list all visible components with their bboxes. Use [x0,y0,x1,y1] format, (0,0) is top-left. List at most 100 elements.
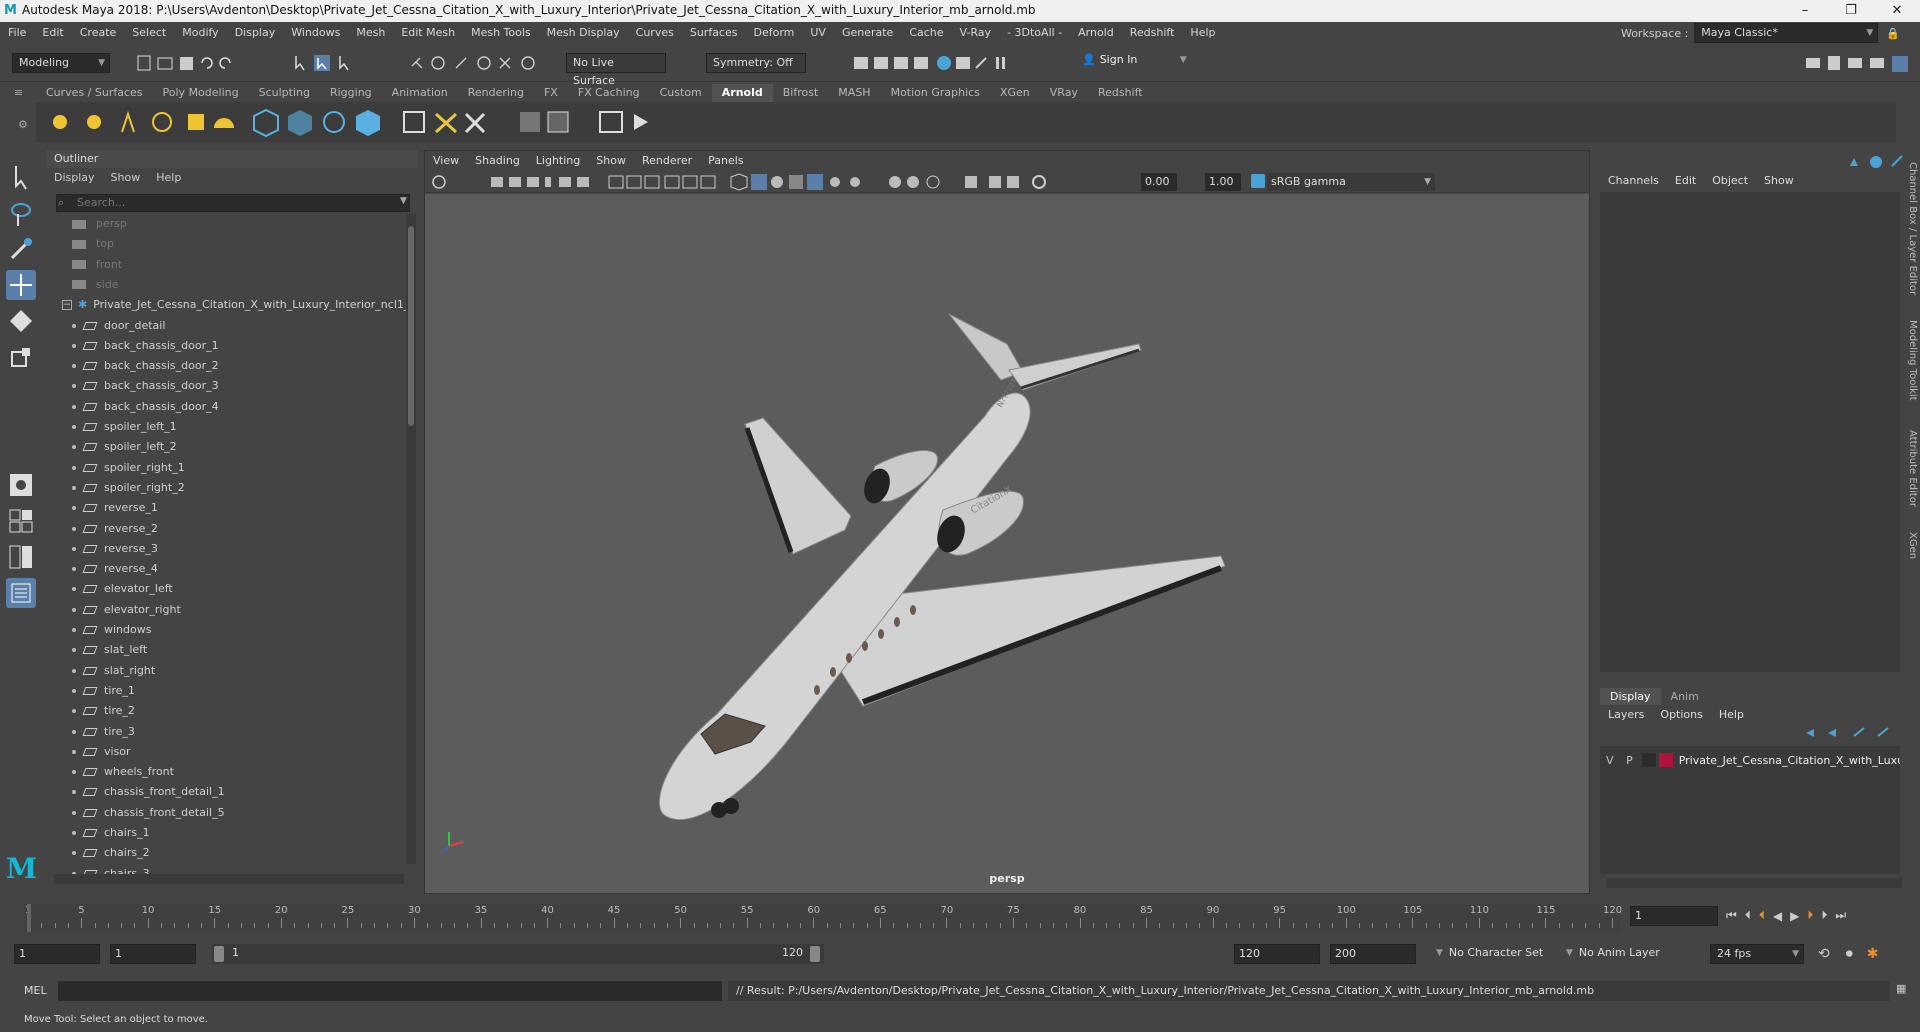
outliner-item[interactable]: reverse_2 [72,519,158,539]
menu-create[interactable]: Create [72,22,125,44]
paint-select-icon[interactable] [6,234,36,264]
workspace-dropdown[interactable]: Maya Classic* ▼ [1694,23,1879,43]
expand-dot-icon[interactable] [72,343,76,348]
outliner-camera-item[interactable]: side [72,275,119,295]
outliner-item[interactable]: slat_left [72,640,147,660]
outliner-item[interactable]: tire_2 [72,701,135,721]
rotate-tool-icon[interactable] [6,306,36,336]
outliner-hscrollbar[interactable] [54,874,404,884]
side-tab-channel-box[interactable]: Channel Box / Layer Editor [1907,162,1918,295]
outliner-menu-display[interactable]: Display [46,169,103,187]
menu-edit-mesh[interactable]: Edit Mesh [393,22,463,44]
menu-curves[interactable]: Curves [628,22,682,44]
menu-help[interactable]: Help [1182,22,1223,44]
outliner-item[interactable]: slat_right [72,661,155,681]
menu-display[interactable]: Display [227,22,284,44]
expand-dot-icon[interactable] [72,628,76,632]
layer-tool-icons[interactable] [1802,726,1902,740]
shelf-tab-vray[interactable]: VRay [1040,84,1088,102]
range-bar[interactable]: 1 120 [212,944,824,964]
menu-select[interactable]: Select [124,22,174,44]
outliner-camera-item[interactable]: top [72,234,114,254]
go-to-end-icon[interactable]: ⏭ [1835,908,1846,923]
current-frame-marker[interactable] [27,904,31,932]
menu-file[interactable]: File [0,22,34,44]
layer-hscrollbar[interactable] [1606,878,1902,888]
menu-uv[interactable]: UV [802,22,834,44]
menu-windows[interactable]: Windows [283,22,348,44]
expand-dot-icon[interactable] [72,506,76,511]
viewport-menu-panels[interactable]: Panels [700,151,751,171]
expand-dot-icon[interactable] [72,749,76,754]
outliner-item[interactable]: chairs_2 [72,843,150,863]
outliner-item[interactable]: wheels_front [72,762,174,782]
outliner-item[interactable]: chairs_1 [72,823,150,843]
shelf-tab-fx-caching[interactable]: FX Caching [568,84,650,102]
color-management-icon[interactable] [1251,174,1265,188]
outliner-item[interactable]: back_chassis_door_4 [72,397,219,417]
shelf-menu-icon[interactable]: ≡ [14,86,23,99]
menu-deform[interactable]: Deform [745,22,802,44]
go-to-start-icon[interactable]: ⏮ [1726,908,1737,923]
shelf-tab-rendering[interactable]: Rendering [458,84,534,102]
start-time-field[interactable]: 1 [14,944,100,964]
outliner-item[interactable]: spoiler_left_1 [72,417,177,437]
lasso-tool-icon[interactable] [6,198,36,228]
scale-tool-icon[interactable] [6,342,36,372]
outliner-item[interactable]: visor [72,742,131,762]
sign-in-button[interactable]: 👤 Sign In ▼ [1082,53,1187,66]
viewport-menu-show[interactable]: Show [588,151,634,171]
shelf-tab-poly-modeling[interactable]: Poly Modeling [153,84,249,102]
range-end-handle[interactable] [810,946,820,962]
layer-menu-options[interactable]: Options [1652,706,1710,724]
fps-dropdown[interactable]: 24 fps ▼ [1710,944,1804,964]
outliner-item[interactable]: back_chassis_door_2 [72,356,219,376]
loop-icon[interactable]: ⟲ [1818,946,1830,962]
symmetry-dropdown[interactable]: Symmetry: Off [706,53,806,73]
tab-display[interactable]: Display [1600,688,1661,705]
close-button[interactable]: ✕ [1874,0,1920,22]
outliner-item[interactable]: tire_3 [72,722,135,742]
outliner-item[interactable]: reverse_3 [72,539,158,559]
outliner-item[interactable]: back_chassis_door_1 [72,336,219,356]
menu-generate[interactable]: Generate [834,22,901,44]
channel-box-area[interactable] [1600,192,1900,672]
outliner-item[interactable]: chairs_3 [72,864,150,874]
channel-box-header-icons[interactable] [1844,154,1914,170]
viewport-tool-icons[interactable] [431,173,1251,191]
channel-menu-show[interactable]: Show [1756,172,1802,190]
play-backwards-icon[interactable]: ◀ [1773,909,1782,923]
outliner-item[interactable]: reverse_4 [72,559,158,579]
shelf-tab-fx[interactable]: FX [534,84,568,102]
menu-edit[interactable]: Edit [34,22,71,44]
shelf-tab-redshift[interactable]: Redshift [1088,84,1153,102]
outliner-menu-show[interactable]: Show [103,169,149,187]
outliner-item[interactable]: door_detail [72,316,165,336]
menu-mesh-display[interactable]: Mesh Display [539,22,628,44]
shelf-tab-xgen[interactable]: XGen [990,84,1040,102]
menu-redshift[interactable]: Redshift [1122,22,1183,44]
preferences-icon[interactable]: ✱ [1867,946,1879,962]
outliner-camera-item[interactable]: front [72,255,122,275]
move-tool-icon[interactable] [6,270,36,300]
expand-dot-icon[interactable] [72,546,76,551]
color-space-dropdown[interactable]: sRGB gamma ▼ [1267,173,1435,191]
channel-menu-edit[interactable]: Edit [1667,172,1704,190]
anim-layer-dropdown[interactable]: ▼ No Anim Layer [1566,946,1660,959]
file-tools-icons[interactable] [136,54,256,72]
layer-type-box[interactable] [1642,753,1656,767]
expand-dot-icon[interactable] [72,648,76,653]
shelf-tab-sculpting[interactable]: Sculpting [249,84,320,102]
shelf-gear-icon[interactable]: ⚙ [18,118,28,131]
timeline-bar[interactable]: 1510152025303540455055606570758085909510… [24,904,1622,932]
play-forwards-icon[interactable]: ▶ [1790,909,1799,923]
layer-menu-layers[interactable]: Layers [1600,706,1652,724]
side-tab-xgen[interactable]: XGen [1907,532,1918,559]
outliner-item[interactable]: back_chassis_door_3 [72,376,219,396]
outliner-scrollbar[interactable] [406,214,416,864]
menu-v-ray[interactable]: V-Ray [952,22,1000,44]
layer-playback-toggle[interactable]: P [1620,754,1640,767]
shelf-tab-arnold[interactable]: Arnold [711,84,773,102]
outliner-camera-item[interactable]: persp [72,214,127,234]
expand-dot-icon[interactable] [72,831,76,835]
